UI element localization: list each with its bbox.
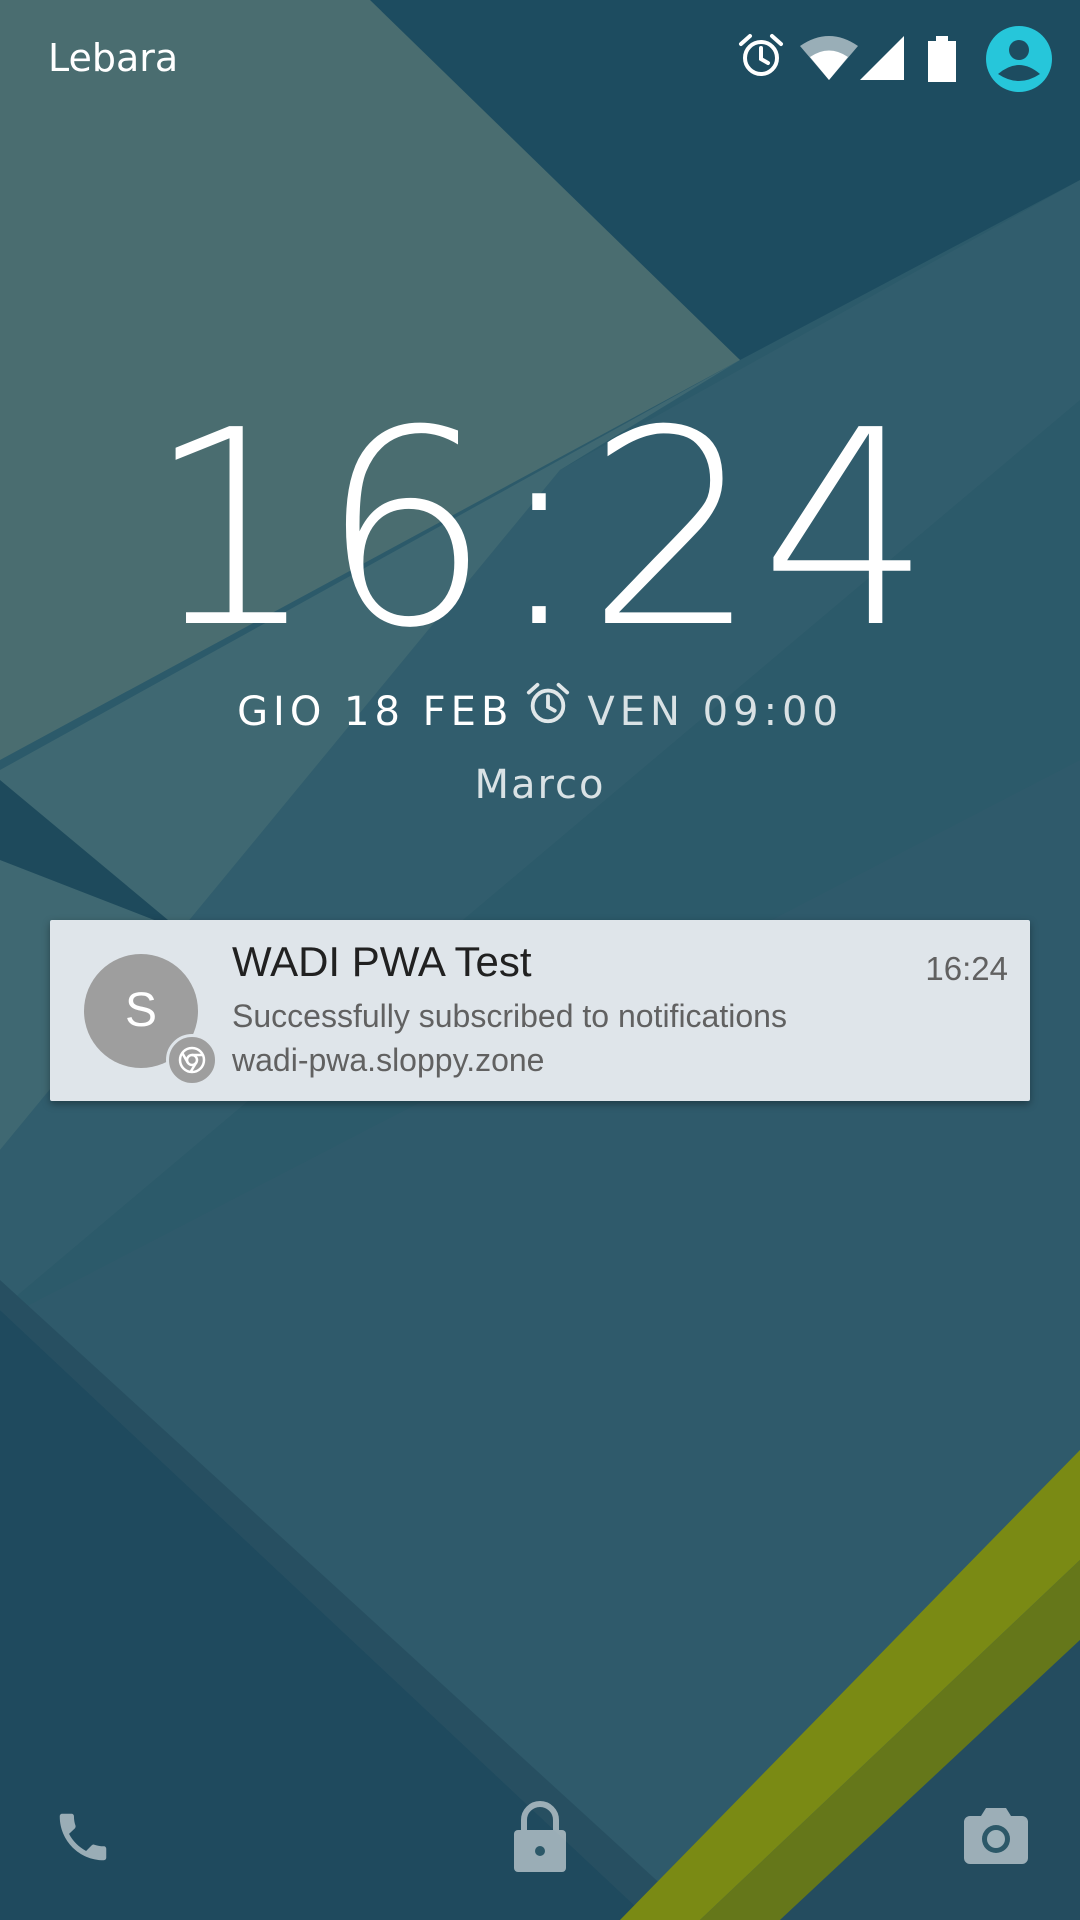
lockscreen-clock: 16:24 (145, 372, 935, 687)
chrome-icon (166, 1034, 218, 1086)
notification-title: WADI PWA Test (232, 938, 532, 985)
phone-icon[interactable] (52, 1806, 114, 1872)
notification-origin: wadi-pwa.sloppy.zone (232, 1042, 545, 1078)
lock-screen: Lebara 16:24 GIO 18 FEB VEN 09:00 Marco … (0, 0, 1080, 1920)
notification-card[interactable]: S WADI PWA Test 16:24 Successfully subsc… (50, 920, 1030, 1101)
lock-icon[interactable] (510, 1800, 570, 1876)
notification-body: Successfully subscribed to notifications (232, 998, 787, 1034)
carrier-name: Lebara (48, 36, 179, 80)
next-alarm: VEN 09:00 (587, 689, 843, 735)
camera-icon[interactable] (964, 1804, 1028, 1868)
status-bar: Lebara (0, 0, 1080, 120)
wifi-icon (800, 36, 858, 84)
alarm-icon (737, 32, 785, 84)
date-alarm-line: GIO 18 FEB VEN 09:00 (0, 682, 1080, 740)
battery-icon (928, 36, 956, 86)
notification-time: 16:24 (925, 950, 1008, 987)
cell-signal-icon (860, 36, 904, 84)
alarm-icon (525, 681, 571, 740)
lockscreen-date: GIO 18 FEB (237, 689, 514, 735)
user-avatar-icon[interactable] (986, 26, 1052, 96)
owner-info: Marco (474, 762, 606, 808)
